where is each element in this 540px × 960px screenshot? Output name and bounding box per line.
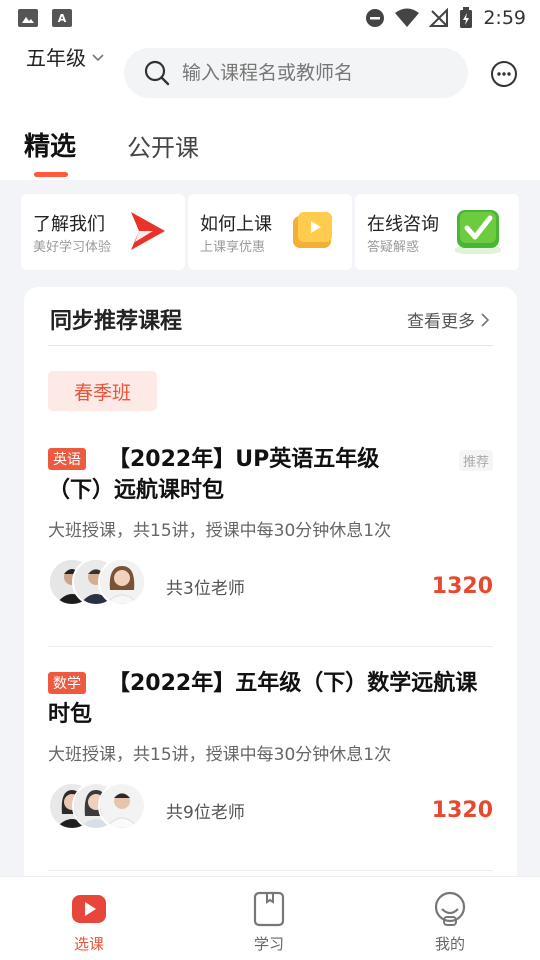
- nav-item-courses[interactable]: 选课: [29, 877, 149, 960]
- teacher-avatars: [48, 558, 148, 610]
- search-icon: [144, 60, 170, 86]
- chevron-right-icon: [481, 312, 489, 327]
- grade-label: 五年级: [26, 46, 86, 70]
- bottom-navigation: 选课 学习 我的: [0, 876, 540, 960]
- quick-card-online-consult[interactable]: 在线咨询 答疑解惑: [355, 194, 519, 270]
- tab-indicator: [34, 172, 68, 177]
- video-box-icon: [293, 212, 332, 248]
- tab-featured[interactable]: 精选: [24, 126, 76, 163]
- teacher-count: 共3位老师: [166, 579, 245, 599]
- do-not-disturb-icon: [366, 9, 385, 27]
- course-description: 大班授课，共15讲，授课中每30分钟休息1次: [48, 745, 392, 765]
- green-check-icon: [455, 210, 501, 254]
- battery-charging-icon: [460, 7, 473, 28]
- course-title: 【2022年】UP英语五年级（下）远航课时包: [48, 447, 380, 503]
- message-icon[interactable]: [490, 60, 518, 88]
- header: 五年级 精选 公开课: [0, 36, 540, 180]
- course-title: 【2022年】五年级（下）数学远航课时包: [48, 671, 478, 727]
- quick-card-about-us[interactable]: 了解我们 美好学习体验: [21, 194, 185, 270]
- nav-label: 学习: [253, 935, 284, 953]
- recommend-badge: 推荐: [458, 450, 493, 471]
- profile-icon: [434, 891, 466, 926]
- tab-bar: 精选 公开课: [0, 126, 540, 180]
- panel-title: 同步推荐课程: [50, 309, 183, 334]
- wifi-icon: [395, 8, 420, 27]
- quick-card-subtitle: 美好学习体验: [33, 240, 112, 255]
- no-signal-icon: [429, 8, 449, 27]
- search-bar[interactable]: [124, 48, 468, 98]
- chevron-down-icon: [92, 51, 104, 65]
- book-icon: [253, 891, 285, 927]
- play-icon: [72, 895, 106, 923]
- nav-item-profile[interactable]: 我的: [390, 877, 510, 960]
- grade-selector[interactable]: 五年级: [26, 42, 104, 71]
- quick-card-subtitle: 上课享优惠: [200, 240, 266, 255]
- search-input[interactable]: [182, 62, 452, 84]
- subject-badge: 英语: [48, 448, 86, 470]
- view-more-link[interactable]: 查看更多: [407, 307, 489, 332]
- view-more-label: 查看更多: [407, 312, 475, 332]
- teacher-count: 共9位老师: [166, 803, 245, 823]
- clock: 2:59: [483, 7, 526, 29]
- divider: [48, 646, 493, 647]
- status-bar: A 2:59: [0, 0, 540, 36]
- divider: [48, 870, 493, 871]
- nav-label: 我的: [434, 935, 465, 953]
- course-description: 大班授课，共15讲，授课中每30分钟休息1次: [48, 521, 392, 541]
- gallery-notification-icon: [18, 9, 38, 27]
- avatar: [98, 558, 146, 606]
- play-logo-icon: [131, 212, 165, 250]
- quick-card-title: 在线咨询: [367, 214, 439, 235]
- season-tag[interactable]: 春季班: [48, 371, 157, 411]
- quick-card-subtitle: 答疑解惑: [367, 240, 420, 255]
- nav-item-study[interactable]: 学习: [209, 877, 329, 960]
- course-price: 1320: [431, 574, 493, 599]
- divider: [48, 345, 493, 346]
- season-tag-label: 春季班: [73, 381, 131, 404]
- tab-open-courses[interactable]: 公开课: [127, 128, 199, 163]
- avatar: [98, 782, 146, 830]
- subject-badge: 数学: [48, 672, 86, 694]
- nav-label: 选课: [73, 935, 104, 953]
- quick-card-title: 如何上课: [200, 214, 272, 235]
- quick-card-how-to-attend[interactable]: 如何上课 上课享优惠: [188, 194, 352, 270]
- quick-card-title: 了解我们: [33, 214, 105, 235]
- course-price: 1320: [431, 798, 493, 823]
- recommended-courses-panel: 同步推荐课程 查看更多 春季班 【2022年】UP英语五年级（下）远航课时包 英…: [24, 287, 517, 887]
- font-notification-icon: A: [52, 9, 72, 27]
- teacher-avatars: [48, 782, 148, 834]
